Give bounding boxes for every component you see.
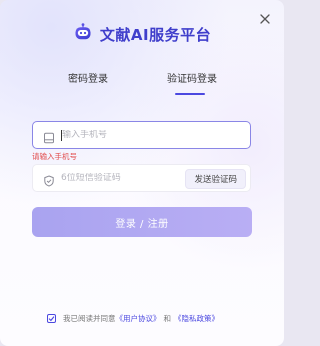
- code-field[interactable]: 发送验证码: [32, 164, 251, 192]
- agreement-checkbox[interactable]: [47, 313, 56, 323]
- tab-sms-login[interactable]: 验证码登录: [167, 70, 217, 85]
- phone-icon: [43, 129, 55, 144]
- agreement-prefix: 我已阅读并同意: [63, 313, 116, 323]
- privacy-policy-link[interactable]: 《隐私政策》: [174, 313, 219, 324]
- shield-icon: [43, 172, 55, 187]
- send-code-button[interactable]: 发送验证码: [185, 169, 246, 189]
- brand-header: 文献AI服务平台: [0, 23, 284, 45]
- tab-password-login[interactable]: 密码登录: [68, 70, 108, 85]
- code-input[interactable]: [61, 173, 171, 183]
- login-tabs: 密码登录 验证码登录: [0, 70, 284, 96]
- agreement-row: 我已阅读并同意 《用户协议》 和 《隐私政策》: [47, 311, 219, 325]
- login-register-button[interactable]: 登录 / 注册: [32, 207, 252, 237]
- agreement-and: 和: [163, 313, 172, 323]
- page-title: 文献AI服务平台: [99, 25, 212, 44]
- phone-field[interactable]: [32, 121, 251, 149]
- phone-input[interactable]: [62, 130, 172, 140]
- robot-icon: [73, 22, 93, 46]
- phone-error-message: 请输入手机号: [32, 152, 77, 161]
- login-dialog: 文献AI服务平台 密码登录 验证码登录 请输入手机号 发送验证码 登录 / 注册: [0, 0, 284, 346]
- active-tab-indicator: [175, 93, 205, 95]
- user-agreement-link[interactable]: 《用户协议》: [116, 313, 161, 324]
